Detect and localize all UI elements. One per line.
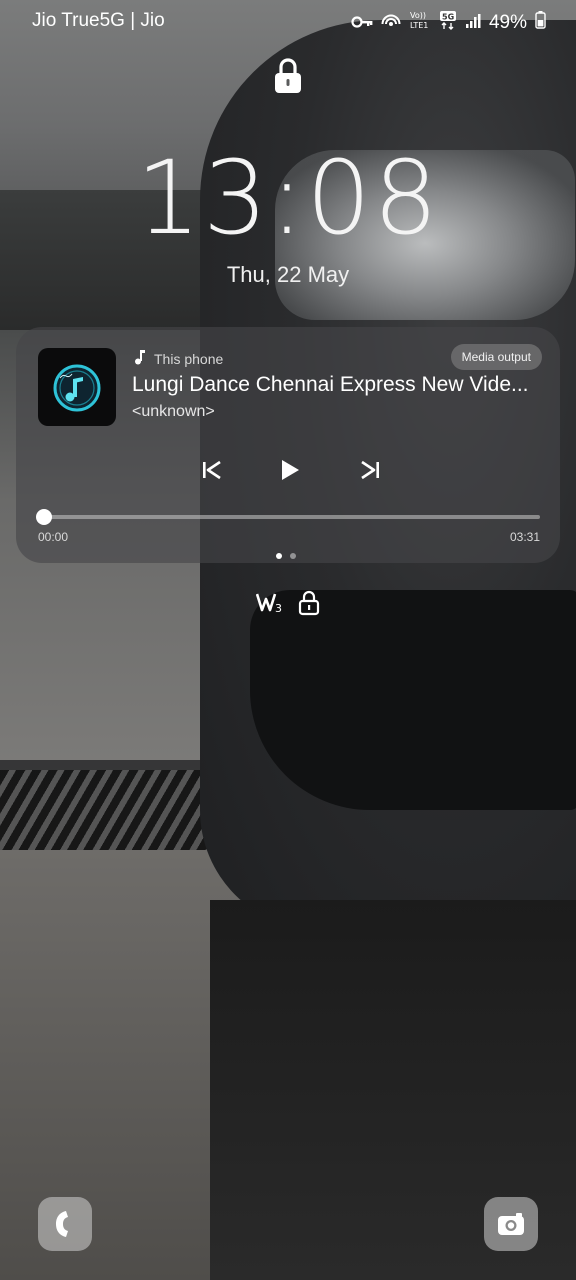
previous-track-button[interactable] — [194, 452, 230, 488]
skip-next-icon — [361, 460, 379, 480]
media-artist: <unknown> — [132, 403, 215, 420]
page-dot — [290, 553, 296, 559]
key-icon — [351, 12, 373, 34]
carrier-label: Jio True5G | Jio — [32, 10, 165, 31]
battery-icon — [535, 11, 546, 34]
status-bar: Jio True5G | Jio Vo)) LTE1 5G 49% — [0, 0, 576, 44]
page-dot-active — [276, 553, 282, 559]
phone-icon — [56, 1211, 68, 1237]
media-source: This phone — [134, 349, 223, 368]
hotspot-icon — [381, 11, 401, 34]
wallpaper-intake — [250, 590, 576, 810]
camera-shortcut-button[interactable] — [484, 1197, 538, 1251]
page-indicator — [276, 553, 296, 559]
signal-icon — [465, 12, 481, 34]
lock-icon[interactable] — [272, 56, 304, 96]
svg-text:Vo)): Vo)) — [410, 11, 426, 20]
elapsed-time: 00:00 — [38, 530, 69, 544]
next-track-button[interactable] — [352, 452, 388, 488]
status-icons: Vo)) LTE1 5G 49% — [351, 10, 546, 35]
lock-clock: 13:08 — [136, 139, 440, 258]
media-output-button[interactable]: Media output — [450, 344, 542, 370]
media-player-card[interactable]: This phone Media output Lungi Dance Chen… — [16, 327, 560, 563]
total-duration: 03:31 — [509, 530, 540, 544]
media-controls — [16, 452, 560, 488]
lock-date: Thu, 22 May — [226, 262, 350, 287]
media-source-label: This phone — [154, 350, 224, 367]
volte-icon: Vo)) LTE1 — [409, 10, 431, 35]
play-button[interactable] — [272, 452, 308, 488]
phone-shortcut-button[interactable] — [38, 1197, 92, 1251]
lock-icon[interactable] — [298, 590, 320, 620]
lock-widgets: 3 — [255, 590, 320, 620]
skip-previous-icon — [203, 460, 221, 480]
svg-text:3: 3 — [275, 602, 282, 615]
album-art — [38, 348, 116, 426]
5g-icon: 5G — [439, 10, 457, 35]
svg-text:LTE1: LTE1 — [410, 21, 428, 30]
media-title: Lungi Dance Chennai Express New Vide... — [132, 373, 529, 396]
wellbeing-icon[interactable]: 3 — [255, 591, 284, 619]
battery-percent: 49% — [488, 11, 527, 33]
progress-thumb[interactable] — [36, 509, 52, 525]
play-icon — [282, 460, 299, 480]
svg-text:5G: 5G — [442, 13, 454, 22]
camera-icon — [498, 1213, 524, 1235]
lock-screen: Jio True5G | Jio Vo)) LTE1 5G 49% 13:08 … — [0, 0, 576, 1280]
music-note-icon — [134, 349, 146, 368]
media-progress-bar[interactable] — [36, 509, 540, 525]
